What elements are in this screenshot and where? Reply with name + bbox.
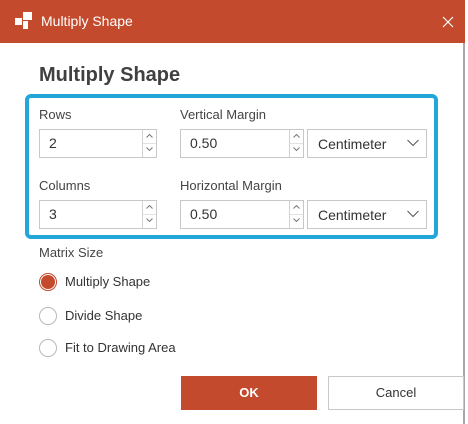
vertical-margin-stepper: [180, 129, 304, 158]
rows-input[interactable]: [40, 130, 143, 157]
rows-spin-buttons: [142, 130, 156, 157]
horizontal-margin-stepper: [180, 200, 304, 229]
horizontal-margin-increment-button[interactable]: [290, 201, 303, 215]
chevron-down-icon: [407, 139, 419, 147]
vertical-margin-decrement-button[interactable]: [290, 143, 303, 156]
chevron-up-icon: [146, 205, 153, 209]
chevron-down-icon: [146, 218, 153, 222]
rows-stepper: [39, 129, 157, 158]
chevron-up-icon: [146, 134, 153, 138]
radio-button[interactable]: [39, 307, 57, 325]
cancel-button[interactable]: Cancel: [328, 376, 464, 410]
close-button[interactable]: [434, 8, 462, 36]
columns-spin-buttons: [142, 201, 156, 228]
rows-decrement-button[interactable]: [143, 143, 156, 156]
radio-multiply-shape-label: Multiply Shape: [65, 274, 151, 289]
multiply-shape-dialog: Multiply Shape Multiply Shape Rows Verti…: [0, 0, 465, 424]
close-icon: [442, 16, 454, 28]
chevron-up-icon: [293, 134, 300, 138]
horizontal-margin-decrement-button[interactable]: [290, 214, 303, 227]
horizontal-margin-input[interactable]: [181, 201, 290, 228]
matrix-size-label: Matrix Size: [39, 245, 104, 260]
horizontal-margin-spin-buttons: [289, 201, 303, 228]
rows-increment-button[interactable]: [143, 130, 156, 144]
radio-button-checked[interactable]: [39, 273, 57, 291]
columns-input[interactable]: [40, 201, 143, 228]
columns-label: Columns: [39, 178, 91, 193]
columns-decrement-button[interactable]: [143, 214, 156, 227]
dialog-heading: Multiply Shape: [39, 64, 181, 86]
window-title: Multiply Shape: [41, 13, 133, 29]
chevron-down-icon: [146, 147, 153, 151]
horizontal-margin-label: Horizontal Margin: [180, 178, 282, 193]
columns-increment-button[interactable]: [143, 201, 156, 215]
title-bar[interactable]: Multiply Shape: [0, 0, 465, 43]
radio-button[interactable]: [39, 339, 57, 357]
chevron-up-icon: [293, 205, 300, 209]
horizontal-margin-unit-value: Centimeter: [318, 207, 387, 223]
vertical-margin-label: Vertical Margin: [180, 107, 266, 122]
chevron-down-icon: [293, 147, 300, 151]
vertical-margin-spin-buttons: [289, 130, 303, 157]
chevron-down-icon: [293, 218, 300, 222]
radio-dot: [41, 275, 55, 289]
vertical-margin-unit-value: Centimeter: [318, 136, 387, 152]
radio-fit-to-drawing-area-label: Fit to Drawing Area: [65, 340, 176, 355]
chevron-down-icon: [407, 210, 419, 218]
rows-label: Rows: [39, 107, 72, 122]
shape-app-icon: [15, 12, 32, 29]
vertical-margin-increment-button[interactable]: [290, 130, 303, 144]
vertical-margin-input[interactable]: [181, 130, 290, 157]
columns-stepper: [39, 200, 157, 229]
radio-divide-shape-label: Divide Shape: [65, 308, 143, 323]
ok-button[interactable]: OK: [181, 376, 317, 410]
vertical-margin-unit-select[interactable]: Centimeter: [307, 129, 427, 158]
horizontal-margin-unit-select[interactable]: Centimeter: [307, 200, 427, 229]
